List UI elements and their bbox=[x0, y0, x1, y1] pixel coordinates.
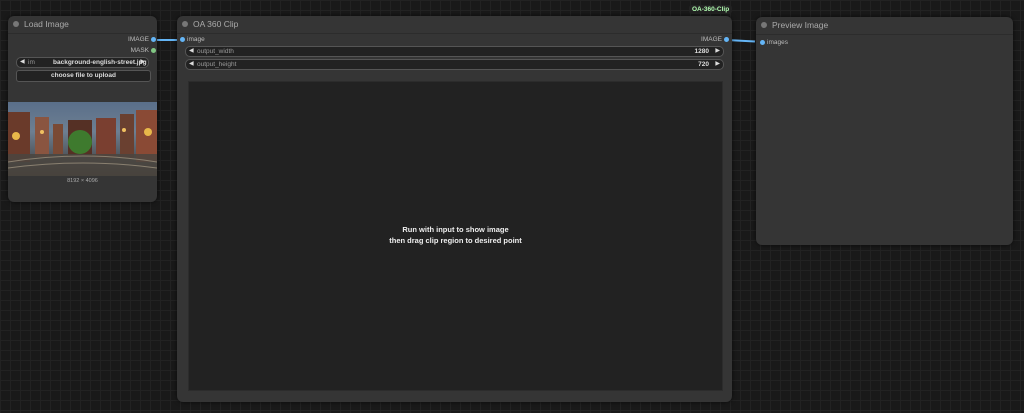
widget-value: background-english-street.jpg bbox=[53, 59, 147, 66]
image-dimensions: 8192 × 4096 bbox=[67, 178, 98, 184]
collapse-dot-icon[interactable] bbox=[13, 21, 19, 27]
node-title[interactable]: Load Image bbox=[8, 16, 157, 34]
output-width-widget[interactable]: ◀ output_width 1280 ▶ bbox=[185, 46, 724, 57]
instruction-line-1: Run with input to show image bbox=[402, 225, 509, 234]
widget-label: output_height bbox=[197, 61, 237, 68]
right-arrow-icon[interactable]: ▶ bbox=[140, 58, 145, 67]
left-arrow-icon[interactable]: ◀ bbox=[189, 60, 194, 69]
widget-label: im bbox=[28, 59, 35, 66]
output-dot-icon[interactable] bbox=[151, 48, 156, 53]
canvas-instructions: Run with input to show image then drag c… bbox=[189, 224, 722, 246]
collapse-dot-icon[interactable] bbox=[182, 21, 188, 27]
left-arrow-icon[interactable]: ◀ bbox=[189, 47, 194, 56]
right-arrow-icon[interactable]: ▶ bbox=[715, 47, 720, 56]
slot-label: MASK bbox=[130, 47, 149, 54]
image-combo-widget[interactable]: ◀ im background-english-street.jpg ▶ bbox=[16, 57, 149, 68]
input-image-slot[interactable]: image bbox=[180, 35, 205, 44]
widget-label: output_width bbox=[197, 48, 234, 55]
widget-value: 720 bbox=[698, 61, 709, 68]
node-title-text: Preview Image bbox=[772, 20, 829, 30]
output-mask-slot[interactable]: MASK bbox=[130, 46, 156, 55]
input-dot-icon[interactable] bbox=[760, 40, 765, 45]
left-arrow-icon[interactable]: ◀ bbox=[20, 58, 25, 67]
slot-label: images bbox=[767, 39, 788, 46]
output-image-slot[interactable]: IMAGE bbox=[128, 35, 156, 44]
node-title-text: Load Image bbox=[24, 19, 69, 29]
input-dot-icon[interactable] bbox=[180, 37, 185, 42]
collapse-dot-icon[interactable] bbox=[761, 22, 767, 28]
output-dot-icon[interactable] bbox=[724, 37, 729, 42]
node-title-text: OA 360 Clip bbox=[193, 19, 239, 29]
output-image-slot[interactable]: IMAGE bbox=[701, 35, 729, 44]
node-title[interactable]: OA 360 Clip bbox=[177, 16, 732, 34]
slot-label: IMAGE bbox=[128, 36, 149, 43]
instruction-line-2: then drag clip region to desired point bbox=[389, 236, 522, 245]
widget-value: 1280 bbox=[694, 48, 709, 55]
clip-canvas[interactable]: Run with input to show image then drag c… bbox=[188, 81, 723, 391]
slot-label: image bbox=[187, 36, 205, 43]
slot-label: IMAGE bbox=[701, 36, 722, 43]
image-preview-thumbnail bbox=[8, 102, 157, 176]
input-images-slot[interactable]: images bbox=[760, 38, 788, 47]
oa-360-clip-node[interactable]: OA 360 Clip image IMAGE ◀ output_width 1… bbox=[177, 16, 732, 402]
load-image-node[interactable]: Load Image IMAGE MASK ◀ im background-en… bbox=[8, 16, 157, 202]
output-dot-icon[interactable] bbox=[151, 37, 156, 42]
preview-image-node[interactable]: Preview Image images bbox=[756, 17, 1013, 245]
node-title[interactable]: Preview Image bbox=[756, 17, 1013, 35]
output-height-widget[interactable]: ◀ output_height 720 ▶ bbox=[185, 59, 724, 70]
node-badge: OA-360-Clip bbox=[689, 5, 733, 14]
right-arrow-icon[interactable]: ▶ bbox=[715, 60, 720, 69]
upload-button[interactable]: choose file to upload bbox=[16, 70, 151, 82]
